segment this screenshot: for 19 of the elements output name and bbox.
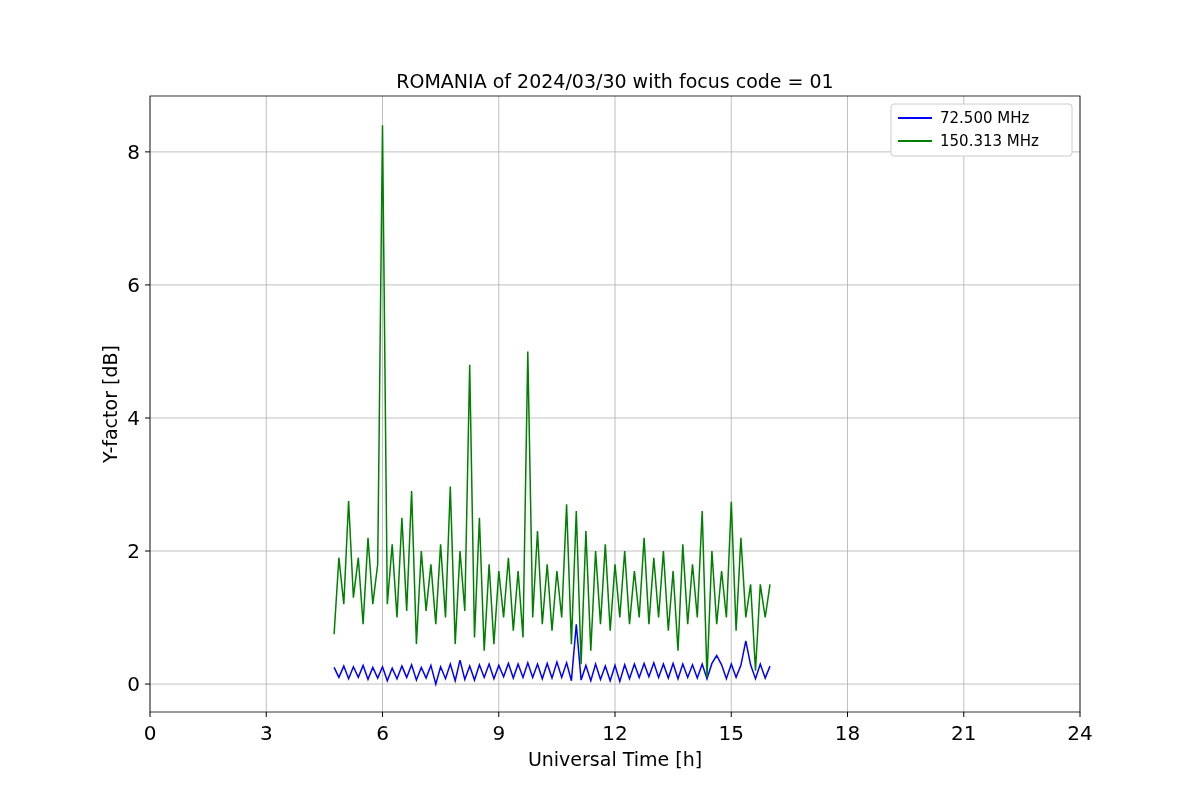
legend-label: 72.500 MHz [940, 109, 1030, 127]
x-tick-label: 21 [951, 721, 977, 745]
chart-title: ROMANIA of 2024/03/30 with focus code = 01 [396, 70, 834, 92]
x-tick-label: 12 [602, 721, 628, 745]
x-tick-label: 6 [376, 721, 389, 745]
x-tick-label: 0 [143, 721, 157, 745]
x-tick-label: 24 [1067, 721, 1093, 745]
x-tick-label: 15 [718, 721, 744, 745]
y-tick-label: 8 [127, 139, 140, 164]
y-tick-label: 6 [127, 272, 140, 297]
x-axis-label: Universal Time [h] [527, 748, 703, 770]
legend-label: 150.313 MHz [940, 132, 1039, 150]
y-tick-label: 2 [127, 539, 140, 563]
y-tick-label: 0 [127, 672, 140, 697]
x-tick-label: 9 [492, 721, 506, 745]
x-tick-label: 18 [834, 721, 861, 745]
x-tick-label: 3 [259, 721, 273, 745]
y-axis-label: Y-factor [dB] [99, 345, 121, 463]
y-tick-label: 4 [127, 405, 140, 430]
